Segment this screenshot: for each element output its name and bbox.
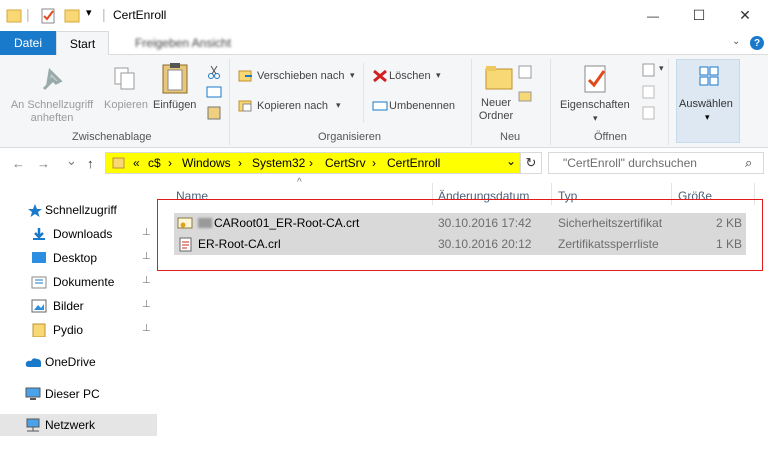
nav-item-pictures[interactable]: Bilder ⊥ bbox=[0, 295, 157, 317]
folder-icon bbox=[112, 157, 125, 169]
nav-item-pydio[interactable]: Pydio ⊥ bbox=[0, 319, 157, 341]
pin-icon: ⊥ bbox=[142, 227, 151, 238]
cut-icon[interactable] bbox=[207, 65, 221, 79]
open-icon[interactable] bbox=[642, 63, 656, 77]
tab-share-view[interactable]: Freigeben Ansicht bbox=[116, 31, 250, 55]
tab-file[interactable]: Datei bbox=[0, 31, 56, 55]
up-button[interactable]: ↑ bbox=[87, 156, 94, 171]
address-bar[interactable]: « c$ › Windows › System32 › CertSrv › Ce… bbox=[105, 152, 520, 174]
nav-item-downloads[interactable]: Downloads ⊥ bbox=[0, 223, 157, 245]
documents-icon bbox=[31, 276, 47, 289]
folder-icon bbox=[6, 9, 22, 23]
delete-dropdown-icon[interactable]: ▾ bbox=[436, 70, 441, 81]
search-icon: ⌕ bbox=[745, 155, 753, 170]
copy-to-button[interactable]: Kopieren nach bbox=[257, 100, 328, 112]
breadcrumb-separator[interactable]: › bbox=[372, 156, 376, 170]
pin-icon bbox=[42, 67, 63, 91]
nav-item-desktop[interactable]: Desktop ⊥ bbox=[0, 247, 157, 269]
sort-indicator-icon: ^ bbox=[297, 177, 302, 188]
ribbon-tabs: Datei Start Freigeben Ansicht ⌄ ? bbox=[0, 31, 768, 56]
organize-group-label: Organisieren bbox=[318, 131, 381, 143]
properties-icon bbox=[584, 65, 606, 93]
address-dropdown-button[interactable]: ⌄ bbox=[506, 154, 516, 168]
delete-icon bbox=[373, 69, 387, 83]
copy-to-icon bbox=[238, 100, 252, 112]
computer-icon bbox=[25, 387, 41, 400]
clipboard-group-label: Zwischenablage bbox=[72, 131, 152, 143]
search-placeholder: "CertEnroll" durchsuchen bbox=[563, 156, 697, 170]
new-group-label: Neu bbox=[500, 131, 521, 143]
nav-item-onedrive[interactable]: OneDrive bbox=[0, 351, 157, 373]
paste-icon bbox=[162, 63, 188, 94]
ribbon: An Schnellzugriff anheften Kopieren Einf… bbox=[0, 55, 768, 148]
address-overflow[interactable]: « bbox=[133, 156, 140, 170]
nav-item-this-pc[interactable]: Dieser PC bbox=[0, 383, 157, 405]
folder-icon bbox=[32, 323, 46, 337]
select-grid-icon bbox=[699, 66, 719, 86]
window-title: CertEnroll bbox=[113, 8, 167, 22]
copy-to-dropdown-icon[interactable]: ▾ bbox=[336, 100, 341, 111]
recent-locations-button[interactable]: ⌄ bbox=[66, 153, 77, 169]
nav-item-quick-access[interactable]: Schnellzugriff bbox=[0, 199, 157, 221]
customize-quickaccess-button[interactable]: ▾ bbox=[86, 6, 102, 24]
breadcrumb-c[interactable]: c$ bbox=[148, 156, 161, 170]
title-bar: | ▾ | CertEnroll — ☐ ✕ bbox=[0, 0, 768, 31]
nav-item-documents[interactable]: Dokumente ⊥ bbox=[0, 271, 157, 293]
breadcrumb-separator[interactable]: › bbox=[168, 156, 172, 170]
breadcrumb-system32[interactable]: System32 bbox=[252, 156, 305, 170]
paste-button[interactable]: Einfügen bbox=[153, 99, 196, 111]
tab-start[interactable]: Start bbox=[56, 31, 109, 56]
breadcrumb-windows[interactable]: Windows bbox=[182, 156, 231, 170]
pictures-icon bbox=[31, 299, 47, 313]
refresh-button[interactable]: ↻ bbox=[520, 152, 542, 174]
pin-quickaccess-button[interactable]: An Schnellzugriff anheften bbox=[2, 99, 102, 125]
move-to-dropdown-icon[interactable]: ▾ bbox=[350, 70, 355, 81]
cloud-icon bbox=[25, 358, 41, 367]
pin-icon: ⊥ bbox=[142, 251, 151, 262]
properties-button[interactable]: Eigenschaften bbox=[560, 99, 630, 111]
help-icon[interactable]: ? bbox=[750, 36, 764, 50]
new-folder-icon bbox=[485, 66, 513, 90]
new-folder-quickaccess-icon[interactable] bbox=[64, 7, 80, 25]
paste-shortcut-icon[interactable] bbox=[207, 106, 221, 120]
download-icon bbox=[33, 228, 45, 240]
rename-icon bbox=[372, 101, 388, 111]
navigation-pane: Schnellzugriff Downloads ⊥ Desktop ⊥ Dok… bbox=[0, 181, 157, 455]
new-item-icon[interactable] bbox=[518, 65, 532, 79]
pin-icon: ⊥ bbox=[142, 275, 151, 286]
breadcrumb-certenroll[interactable]: CertEnroll bbox=[387, 156, 440, 170]
annotation-highlight-box bbox=[157, 199, 763, 271]
network-icon bbox=[26, 418, 40, 432]
move-to-icon bbox=[238, 70, 252, 82]
close-button[interactable]: ✕ bbox=[722, 0, 768, 31]
easy-access-icon[interactable] bbox=[518, 89, 532, 103]
chevron-down-icon[interactable]: ⌄ bbox=[732, 36, 740, 47]
back-button[interactable]: ← bbox=[12, 156, 25, 171]
breadcrumb-separator[interactable]: › bbox=[238, 156, 242, 170]
copy-icon bbox=[114, 67, 135, 90]
rename-button[interactable]: Umbenennen bbox=[389, 100, 455, 112]
breadcrumb-certsrv[interactable]: CertSrv bbox=[325, 156, 366, 170]
nav-item-network[interactable]: Netzwerk bbox=[0, 414, 157, 436]
copy-path-icon[interactable] bbox=[206, 86, 222, 98]
copy-button[interactable]: Kopieren bbox=[104, 99, 148, 111]
star-icon bbox=[28, 204, 42, 217]
maximize-button[interactable]: ☐ bbox=[676, 0, 722, 31]
properties-quickaccess-icon[interactable] bbox=[40, 7, 56, 25]
select-button[interactable]: Auswählen ▾ bbox=[676, 59, 740, 143]
desktop-icon bbox=[32, 252, 46, 263]
forward-button[interactable]: → bbox=[37, 156, 50, 171]
pin-icon: ⊥ bbox=[142, 299, 151, 310]
properties-dropdown-icon[interactable]: ▾ bbox=[593, 113, 598, 124]
edit-icon[interactable] bbox=[642, 85, 656, 99]
search-input[interactable]: "CertEnroll" durchsuchen ⌕ bbox=[548, 152, 764, 174]
new-folder-button[interactable]: Neuer Ordner bbox=[478, 97, 514, 123]
open-group-label: Öffnen bbox=[594, 131, 627, 143]
history-icon[interactable] bbox=[642, 106, 656, 120]
delete-button[interactable]: Löschen bbox=[389, 70, 431, 82]
move-to-button[interactable]: Verschieben nach bbox=[257, 70, 344, 82]
pin-icon: ⊥ bbox=[142, 323, 151, 334]
minimize-button[interactable]: — bbox=[630, 0, 676, 31]
breadcrumb-separator[interactable]: › bbox=[309, 156, 313, 170]
